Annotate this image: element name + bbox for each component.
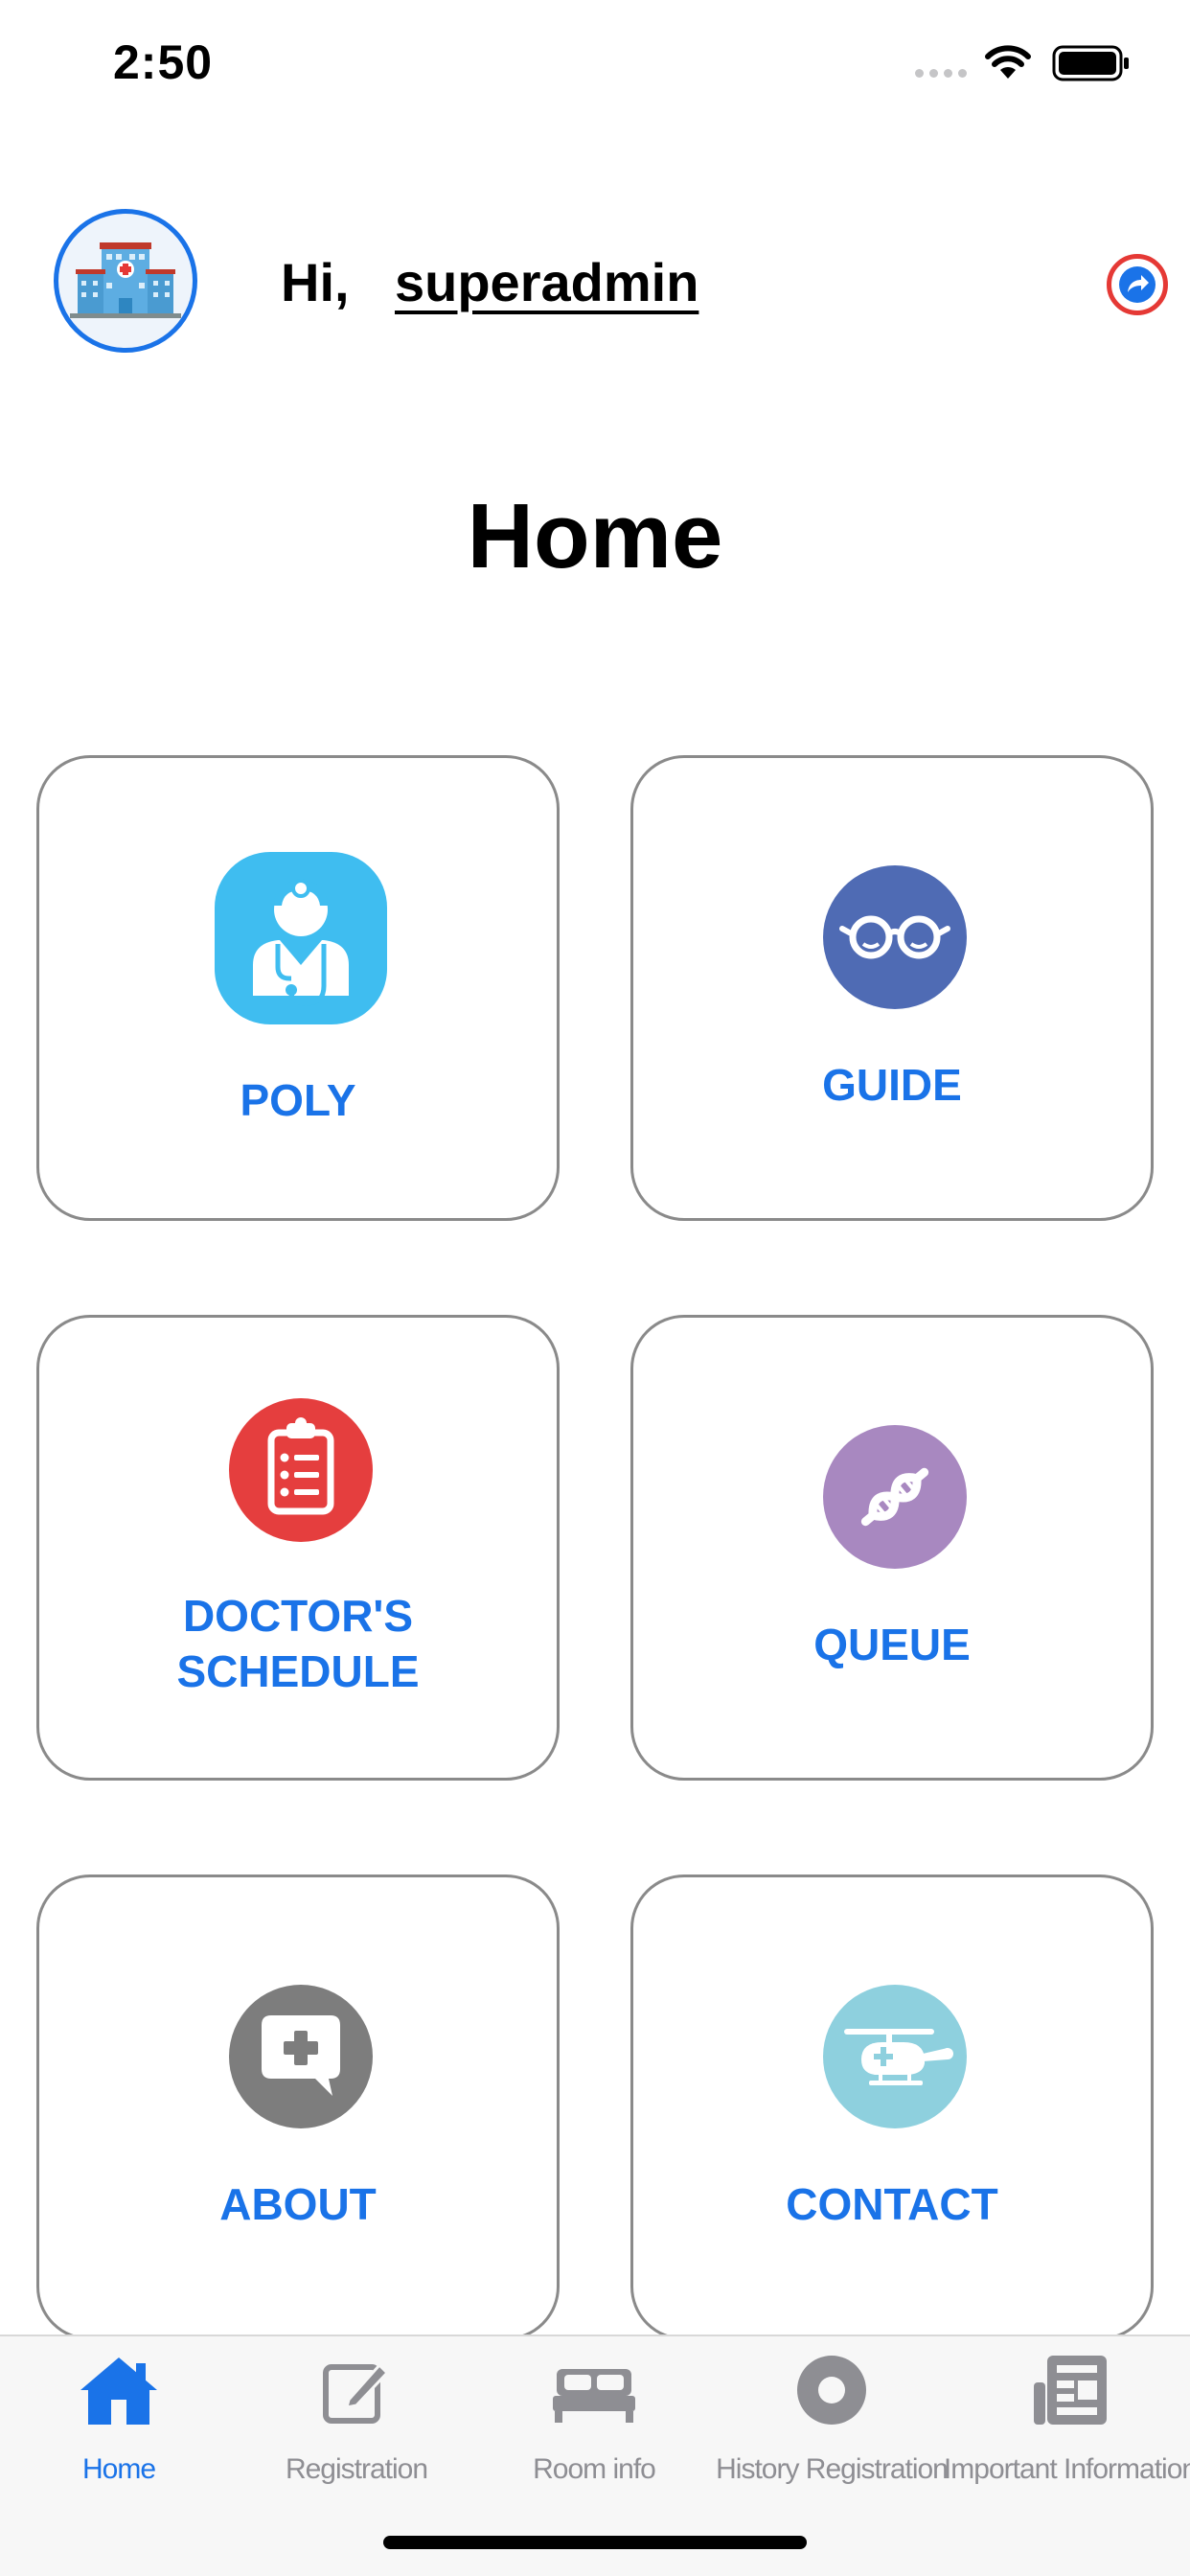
tab-home[interactable]: Home — [0, 2336, 238, 2499]
contact-card[interactable]: CONTACT — [630, 1874, 1154, 2340]
battery-icon — [1052, 45, 1129, 81]
tab-history-registration-label: History Registration — [716, 2453, 949, 2485]
tab-history-registration[interactable]: History Registration — [713, 2336, 950, 2499]
page-title: Home — [467, 485, 723, 587]
edit-icon — [323, 2362, 390, 2424]
tab-registration-label: Registration — [285, 2453, 428, 2485]
hospital-building-icon — [70, 242, 181, 318]
newspaper-icon — [1034, 2356, 1107, 2425]
guide-label: GUIDE — [822, 1060, 962, 1110]
doctor-icon — [215, 852, 387, 1024]
dna-icon — [823, 1425, 967, 1569]
doctor-schedule-label-line2: SCHEDULE — [176, 1646, 420, 1696]
avatar[interactable] — [54, 209, 197, 353]
contact-label: CONTACT — [786, 2179, 998, 2229]
doctor-schedule-card[interactable]: DOCTOR'S SCHEDULE — [36, 1315, 560, 1781]
poly-card[interactable]: POLY — [36, 755, 560, 1221]
share-arrow-icon — [1119, 266, 1156, 303]
tab-room-info[interactable]: Room info — [475, 2336, 713, 2499]
guide-card[interactable]: GUIDE — [630, 755, 1154, 1221]
poly-label: POLY — [240, 1075, 356, 1125]
tab-important-information[interactable]: Important Information — [944, 2336, 1190, 2499]
clipboard-icon — [229, 1398, 373, 1542]
tab-registration[interactable]: Registration — [238, 2336, 475, 2499]
status-bar: 2:50 — [0, 0, 1190, 134]
signal-icon — [915, 69, 967, 78]
doctor-schedule-label-line1: DOCTOR'S — [182, 1591, 414, 1641]
home-icon — [80, 2358, 157, 2425]
logout-button[interactable] — [1107, 254, 1168, 315]
home-indicator[interactable] — [383, 2536, 807, 2549]
chat-plus-icon — [229, 1985, 373, 2128]
tab-home-label: Home — [81, 2453, 156, 2485]
username-link[interactable]: superadmin — [395, 251, 698, 313]
glasses-icon — [823, 865, 967, 1009]
greeting-text: Hi, — [281, 252, 350, 312]
queue-card[interactable]: QUEUE — [630, 1315, 1154, 1781]
queue-label: QUEUE — [813, 1620, 971, 1669]
tab-important-information-label: Important Information — [943, 2453, 1190, 2485]
helicopter-icon — [823, 1985, 967, 2128]
bed-icon — [553, 2369, 635, 2423]
record-icon — [797, 2356, 866, 2425]
tab-room-info-label: Room info — [533, 2453, 656, 2485]
about-card[interactable]: ABOUT — [36, 1874, 560, 2340]
status-time: 2:50 — [113, 35, 214, 89]
wifi-icon — [985, 45, 1031, 79]
about-label: ABOUT — [219, 2179, 377, 2229]
